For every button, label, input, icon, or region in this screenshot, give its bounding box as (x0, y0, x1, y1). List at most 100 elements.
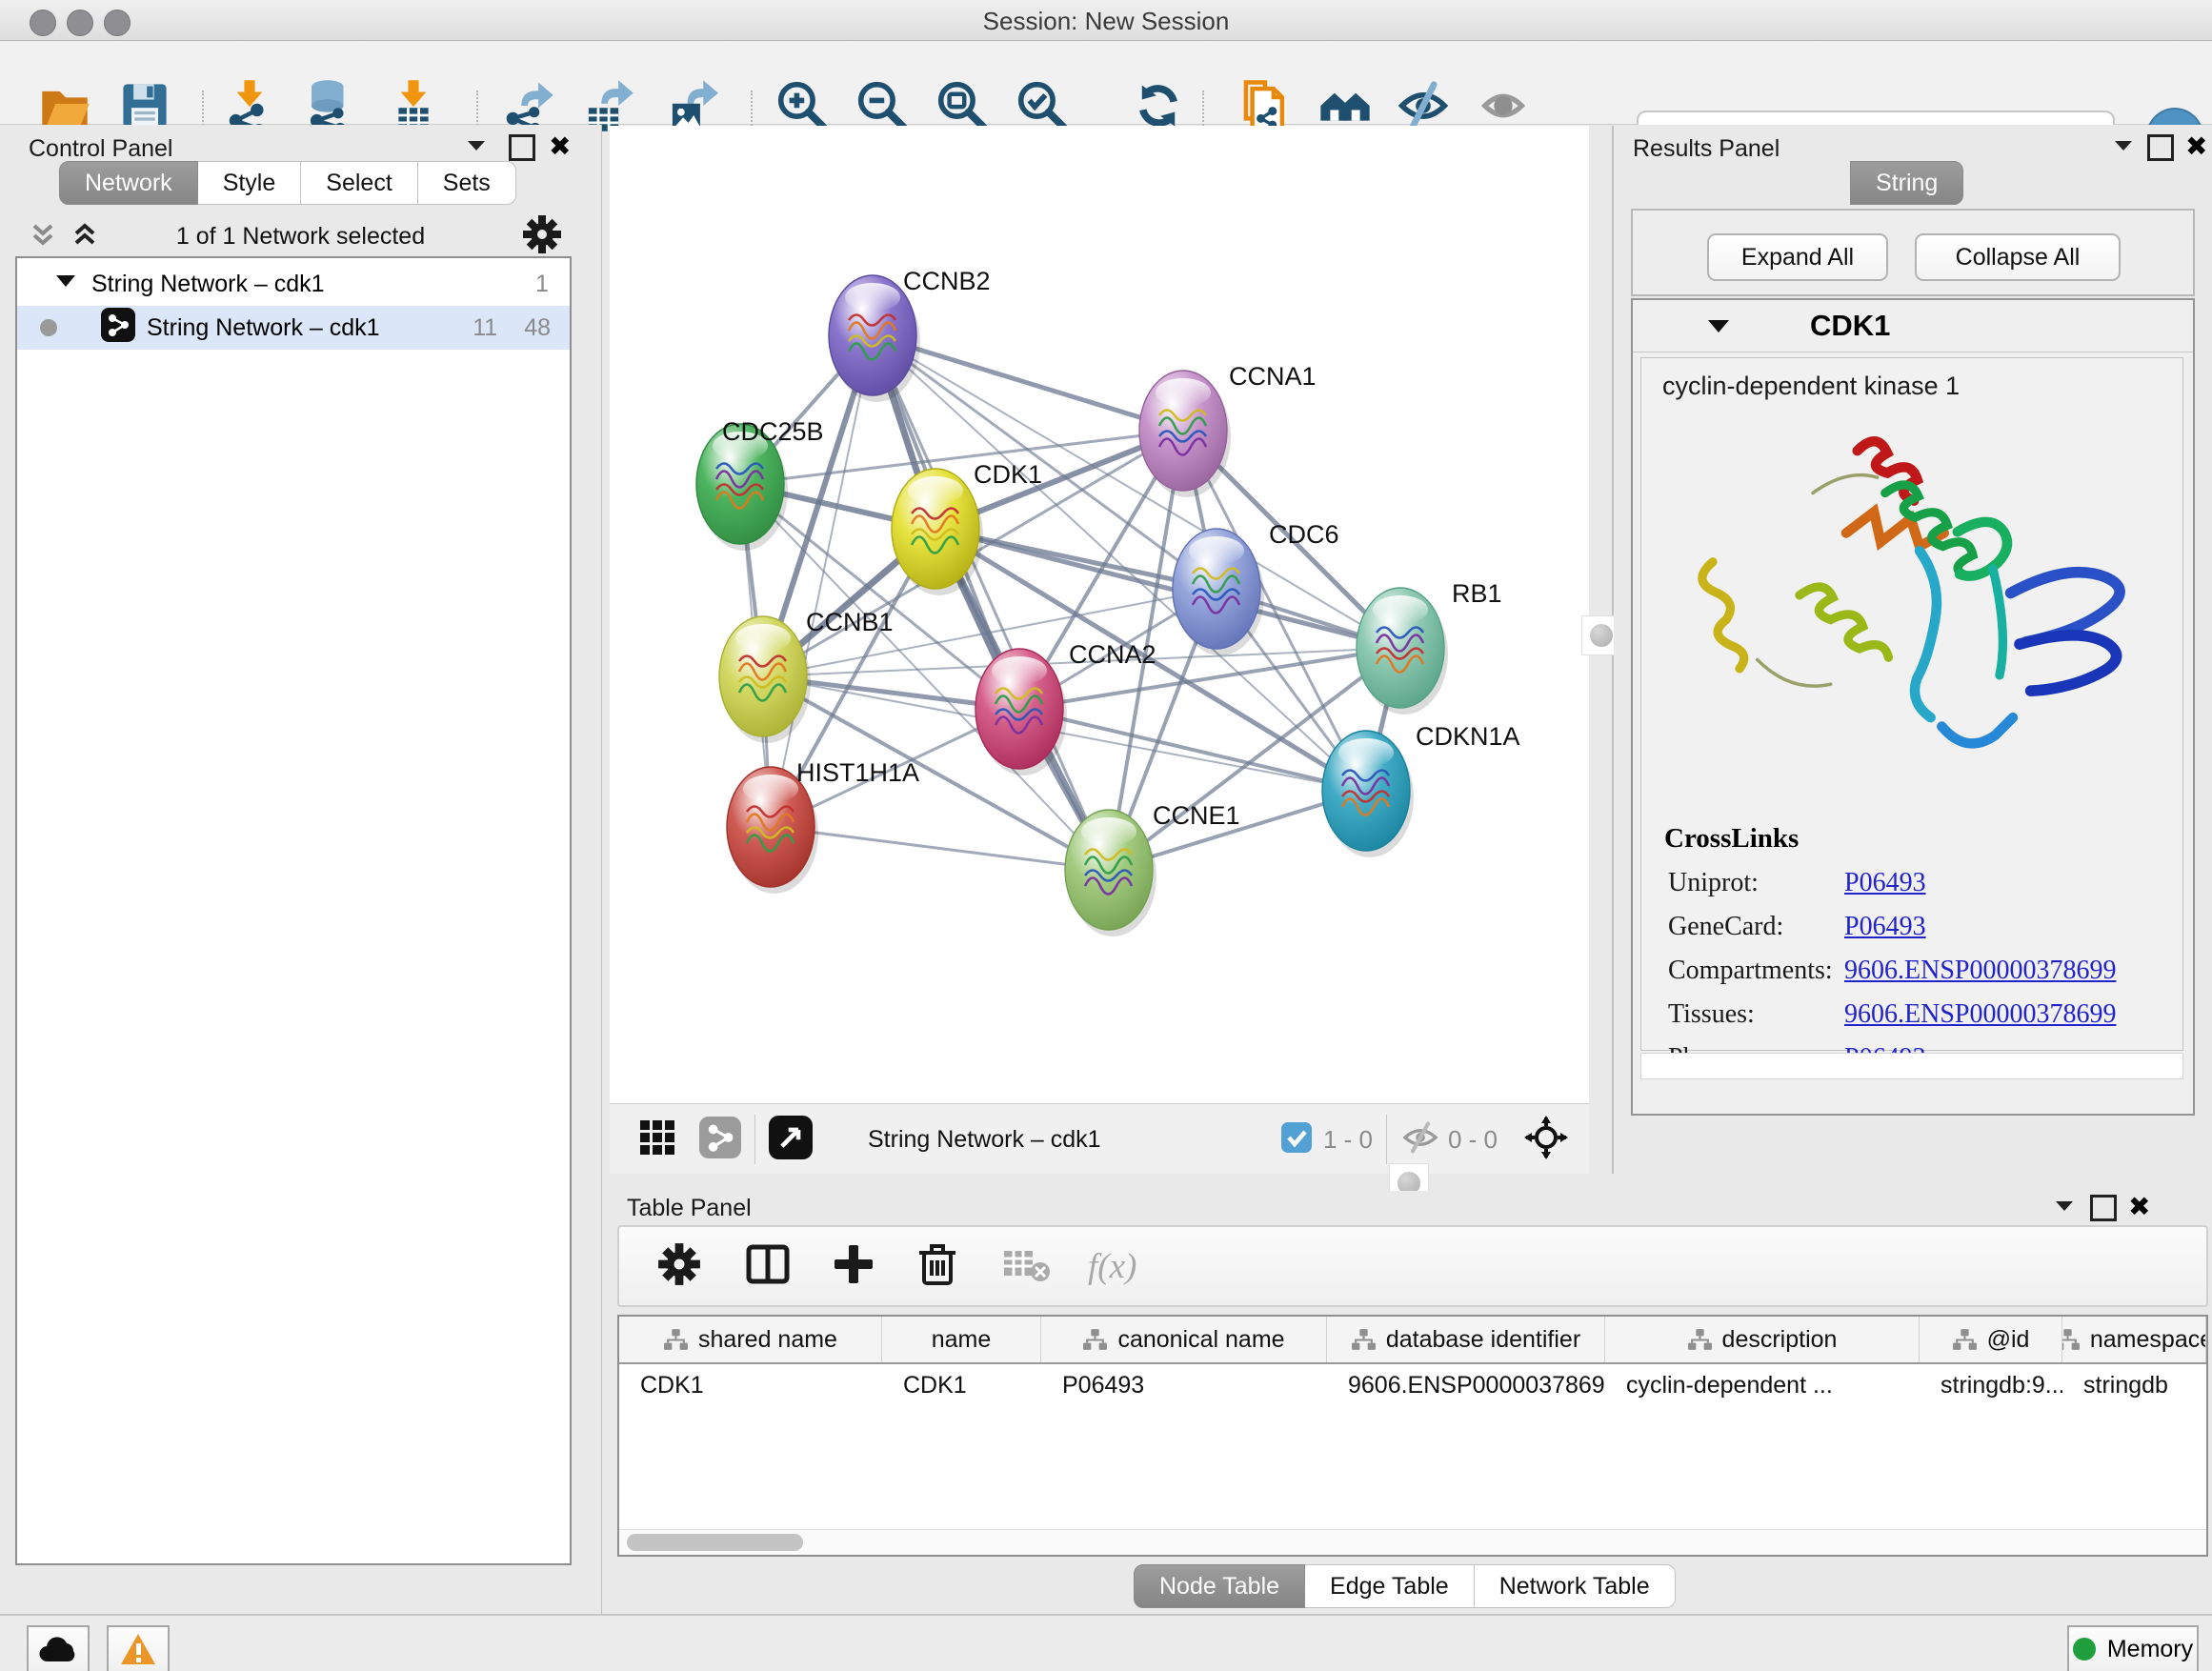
edge-CCNB2-HIST1H1A[interactable] (771, 335, 873, 827)
control-panel-close-button[interactable]: ✖ (549, 131, 571, 162)
view-mode-share-button[interactable] (699, 1117, 741, 1163)
fit-selected-crosshair-button[interactable] (1524, 1116, 1568, 1164)
node-label-CDKN1A: CDKN1A (1416, 722, 1520, 751)
crosslink-link[interactable]: P06493 (1844, 868, 1926, 898)
collapse-all-results-button[interactable]: Collapse All (1915, 233, 2121, 281)
control-panel-float-button[interactable] (509, 134, 535, 161)
results-panel-menu-button[interactable] (2109, 132, 2138, 162)
column-type-icon (1082, 1328, 1108, 1352)
hidden-eye-icon (1400, 1120, 1440, 1159)
crosslink-link[interactable]: P06493 (1844, 912, 1926, 942)
node-table: shared namenamecanonical namedatabase id… (617, 1315, 2208, 1557)
create-column-button[interactable] (833, 1243, 875, 1290)
table-cell: CDK1 (619, 1364, 882, 1406)
tab-network-table[interactable]: Network Table (1475, 1564, 1676, 1608)
status-bar: Memory (0, 1614, 2212, 1671)
show-columns-button[interactable] (745, 1241, 791, 1292)
column-header-shared-name[interactable]: shared name (619, 1317, 882, 1362)
table-horizontal-scrollbar[interactable] (619, 1529, 2206, 1555)
node-CCNA2[interactable] (975, 649, 1067, 775)
table-row[interactable]: CDK1CDK1P064939606.ENSP00000378699cyclin… (619, 1364, 2206, 1406)
edge-HIST1H1A-CCNE1[interactable] (771, 827, 1109, 870)
selected-node-edge-counts: 1 - 0 (1323, 1125, 1373, 1155)
node-CDK1[interactable] (892, 469, 983, 595)
tab-node-table[interactable]: Node Table (1134, 1564, 1305, 1608)
tree-expander-icon[interactable] (53, 271, 78, 298)
node-label-CDK1: CDK1 (974, 460, 1042, 489)
table-panel-close-button[interactable]: ✖ (2128, 1191, 2150, 1222)
crosslink-label: GeneCard: (1641, 912, 1844, 942)
table-panel-menu-button[interactable] (2050, 1193, 2079, 1222)
results-panel-tabs: String (1850, 161, 1963, 205)
table-toolbar: f(x) (617, 1225, 2208, 1307)
network-view-title: String Network – cdk1 (868, 1126, 1101, 1154)
crosslink-link[interactable]: 9606.ENSP00000378699 (1844, 956, 2116, 986)
protein-structure-image (1679, 419, 2146, 800)
network-collection-row[interactable]: String Network – cdk1 1 (17, 262, 570, 306)
selected-checkbox[interactable] (1281, 1122, 1312, 1158)
node-label-RB1: RB1 (1452, 579, 1502, 608)
section-expander-icon[interactable] (1705, 314, 1732, 342)
table-panel-float-button[interactable] (2090, 1195, 2117, 1221)
edge-CCNB2-CCNE1[interactable] (873, 335, 1109, 870)
network-graph[interactable]: CCNB2CCNA1CDC25BCDK1CDC6RB1CCNB1CCNA2CDK… (610, 126, 1589, 1103)
column-header-canonical-name[interactable]: canonical name (1041, 1317, 1327, 1362)
control-panel-menu-button[interactable] (462, 132, 491, 162)
column-type-icon (1952, 1328, 1978, 1352)
results-scroll-strip (1640, 1053, 2183, 1079)
tab-style[interactable]: Style (198, 161, 302, 205)
cloud-status-button[interactable] (27, 1625, 90, 1671)
crosslink-label: Uniprot: (1641, 868, 1844, 898)
toolbar-separator (1386, 1115, 1387, 1164)
column-header-database-identifier[interactable]: database identifier (1327, 1317, 1605, 1362)
network-options-gear-button[interactable] (522, 214, 562, 259)
node-CDC6[interactable] (1173, 529, 1264, 655)
node-label-CCNB1: CCNB1 (806, 608, 894, 636)
tab-edge-table[interactable]: Edge Table (1305, 1564, 1475, 1608)
crosslink-row: GeneCard:P06493 (1641, 905, 2182, 949)
node-CCNE1[interactable] (1065, 810, 1156, 936)
crosslink-link[interactable]: 9606.ENSP00000378699 (1844, 999, 2116, 1030)
network-canvas[interactable]: CCNB2CCNA1CDC25BCDK1CDC6RB1CCNB1CCNA2CDK… (610, 126, 1589, 1103)
column-header-@id[interactable]: @id (1920, 1317, 2062, 1362)
results-buttons-box: Expand All Collapse All (1631, 209, 2195, 296)
column-header-namespace[interactable]: namespace (2062, 1317, 2206, 1362)
table-options-gear-button[interactable] (657, 1242, 701, 1291)
crosslinks-title: CrossLinks (1664, 823, 1799, 855)
column-type-icon (1351, 1328, 1377, 1352)
network-collection-label: String Network – cdk1 (91, 271, 325, 298)
table-cell: cyclin-dependent ... (1605, 1364, 1920, 1406)
memory-button[interactable]: Memory (2067, 1625, 2199, 1671)
delete-table-button[interactable] (1002, 1245, 1052, 1288)
column-header-name[interactable]: name (882, 1317, 1041, 1362)
column-header-description[interactable]: description (1605, 1317, 1920, 1362)
expand-all-results-button[interactable]: Expand All (1707, 233, 1888, 281)
node-label-CCNB2: CCNB2 (903, 267, 991, 295)
tab-string[interactable]: String (1850, 161, 1963, 205)
tab-sets[interactable]: Sets (418, 161, 516, 205)
crosslink-row: Compartments:9606.ENSP00000378699 (1641, 949, 2182, 993)
node-CCNB1[interactable] (719, 616, 811, 743)
function-builder-button[interactable]: f(x) (1088, 1246, 1136, 1287)
results-panel-title: Results Panel (1633, 135, 1780, 163)
delete-column-button[interactable] (916, 1241, 958, 1292)
node-RB1[interactable] (1357, 588, 1448, 715)
scrollbar-thumb[interactable] (627, 1534, 803, 1551)
tab-select[interactable]: Select (301, 161, 417, 205)
table-header-row: shared namenamecanonical namedatabase id… (619, 1317, 2206, 1364)
column-type-icon (2062, 1328, 2081, 1352)
network-row[interactable]: String Network – cdk1 11 48 (17, 306, 570, 350)
network-edges[interactable] (740, 335, 1400, 870)
warning-status-button[interactable] (107, 1625, 170, 1671)
birds-eye-view-button[interactable] (769, 1116, 813, 1164)
table-cell: 9606.ENSP00000378699 (1327, 1364, 1605, 1406)
gene-description: cyclin-dependent kinase 1 (1662, 372, 1960, 401)
gene-section-header[interactable]: CDK1 (1633, 300, 2193, 352)
results-panel-close-button[interactable]: ✖ (2185, 131, 2207, 162)
node-CDKN1A[interactable] (1322, 731, 1414, 857)
hidden-node-edge-counts: 0 - 0 (1448, 1125, 1498, 1155)
results-panel-float-button[interactable] (2147, 134, 2174, 161)
grid-mode-button[interactable] (638, 1118, 676, 1161)
tab-network[interactable]: Network (59, 161, 198, 205)
network-edge-count: 48 (524, 314, 551, 342)
